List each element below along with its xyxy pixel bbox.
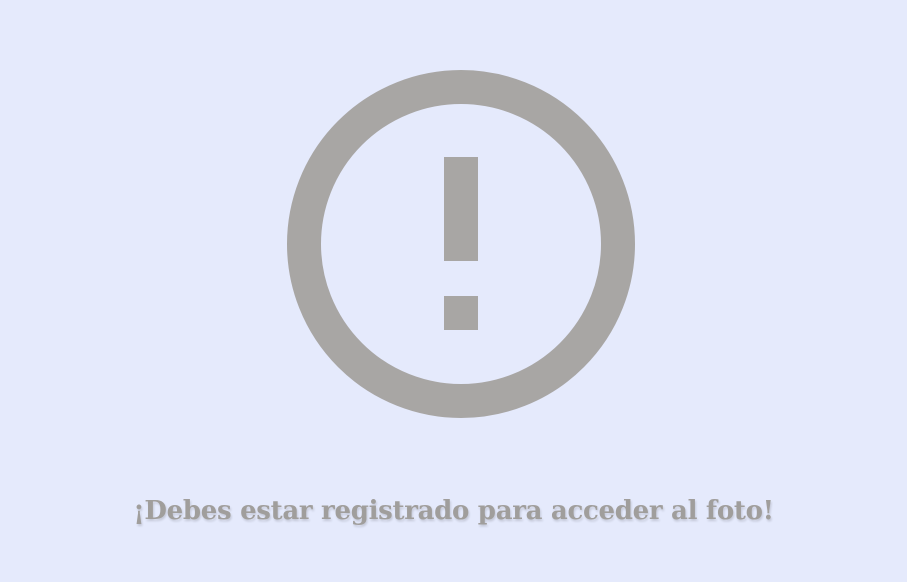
login-required-message: ¡Debes estar registrado para acceder al … [133, 496, 774, 526]
exclamation-circle-icon [287, 70, 635, 418]
